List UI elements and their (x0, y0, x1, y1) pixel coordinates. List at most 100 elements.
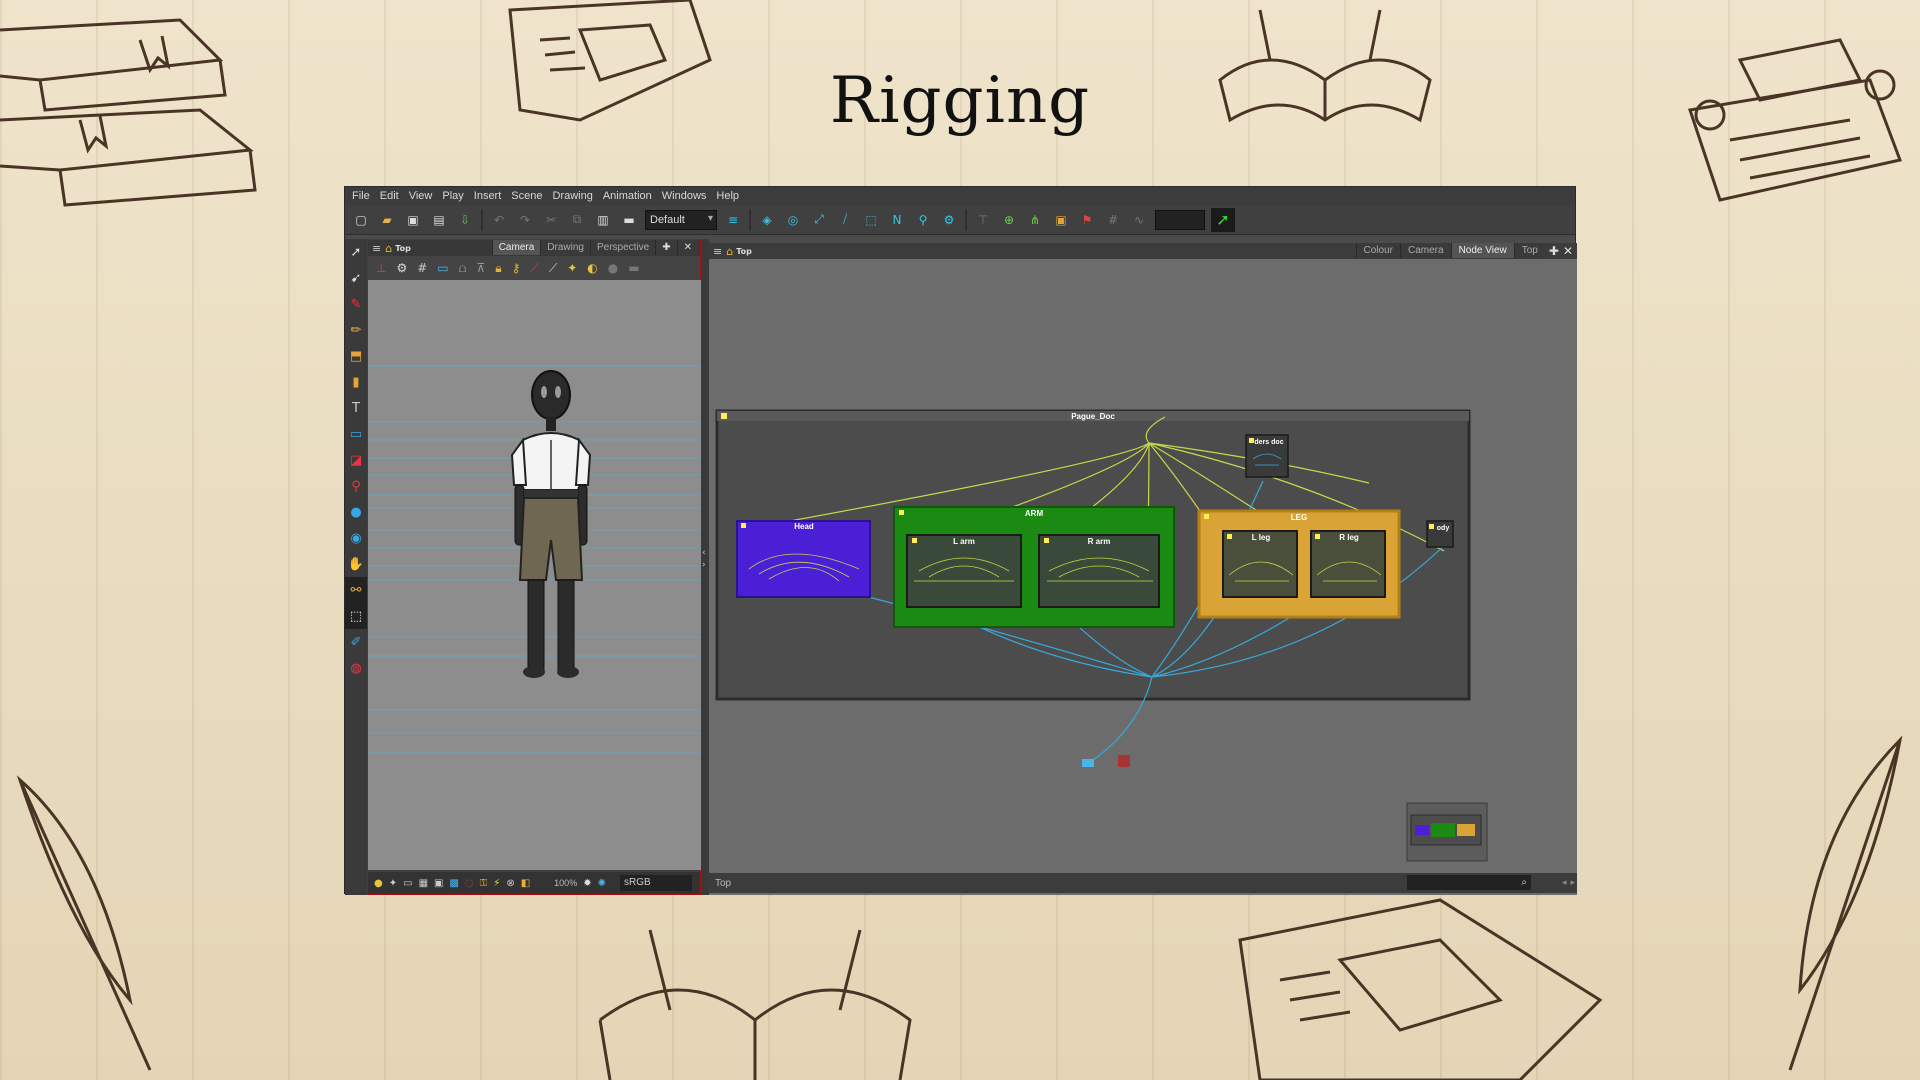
sparkle-icon[interactable]: ✦ (389, 878, 397, 889)
hand-icon[interactable]: ✋ (345, 551, 367, 577)
bone-icon[interactable]: ⚲ (913, 210, 933, 230)
panel-menu-icon[interactable]: ≡ (372, 242, 381, 255)
cut-icon[interactable]: ✂ (541, 210, 561, 230)
node-home-icon[interactable]: ⌂ (726, 245, 733, 258)
menu-insert[interactable]: Insert (471, 187, 509, 205)
tab-node-view[interactable]: Node View (1450, 243, 1514, 258)
panel-splitter[interactable]: ‹ › (701, 239, 709, 895)
menu-scene[interactable]: Scene (508, 187, 549, 205)
grid-deform-icon[interactable]: # (1103, 210, 1123, 230)
zoom-readout[interactable]: 100% (554, 878, 577, 888)
cutter-icon[interactable]: ✐ (345, 629, 367, 655)
save-as-icon[interactable]: ▤ (429, 210, 449, 230)
camera-viewport[interactable] (368, 280, 750, 870)
display-output-node[interactable] (1118, 755, 1130, 767)
close-node-panel-icon[interactable]: ✕ (1563, 244, 1573, 258)
new-scene-icon[interactable]: ▢ (351, 210, 371, 230)
menu-view[interactable]: View (406, 187, 440, 205)
stamp-icon[interactable]: ⬒ (345, 343, 367, 369)
bone-tool-icon[interactable]: ⚯ (345, 577, 367, 603)
nav-next-icon[interactable]: ▸ (1570, 878, 1575, 888)
ruler-icon[interactable]: ⟋ (530, 261, 538, 276)
sphere-icon[interactable]: ◉ (345, 525, 367, 551)
light-icon[interactable]: ✦ (567, 261, 577, 275)
paste-icon[interactable]: ▥ (593, 210, 613, 230)
safe-area-icon[interactable]: ▭ (437, 261, 448, 275)
ik-icon[interactable]: ⚙ (939, 210, 959, 230)
tab-top[interactable]: Top (1513, 243, 1545, 258)
shader-icon[interactable]: ◧ (521, 878, 530, 889)
film-icon[interactable]: ▣ (434, 878, 443, 889)
scale-icon[interactable]: ⤢ (809, 210, 829, 230)
tab-colour[interactable]: Colour (1355, 243, 1400, 258)
menu-help[interactable]: Help (713, 187, 746, 205)
color-wheel-icon[interactable]: ✺ (598, 878, 606, 889)
game-bone-icon[interactable]: ⚑ (1077, 210, 1097, 230)
redo-icon[interactable]: ↷ (515, 210, 535, 230)
bulb-status-icon[interactable]: ● (374, 878, 383, 889)
close-gap-icon[interactable]: ● (345, 499, 367, 525)
rectangle-icon[interactable]: ▭ (345, 421, 367, 447)
deformer-icon[interactable]: ⊤ (973, 210, 993, 230)
mesh-icon[interactable]: ⊗ (506, 878, 514, 889)
open-folder-icon[interactable]: ▰ (377, 210, 397, 230)
collapse-arrows-icon[interactable]: ‹ › (702, 547, 706, 571)
rotate-icon[interactable]: ◎ (783, 210, 803, 230)
frame-icon[interactable]: ▭ (403, 878, 412, 889)
composite-output-node[interactable] (1082, 759, 1094, 767)
deformation-icon[interactable]: ◍ (345, 655, 367, 681)
transform-tool-icon[interactable]: ⬚ (345, 603, 367, 629)
grid-icon[interactable]: # (417, 261, 427, 275)
save-icon[interactable]: ▣ (403, 210, 423, 230)
table-icon[interactable]: ▦ (419, 878, 428, 889)
search-icon[interactable]: ⌕ (1521, 877, 1527, 888)
curve-icon[interactable]: ∿ (1129, 210, 1149, 230)
text-icon[interactable]: T (345, 395, 367, 421)
settings-icon[interactable]: ⚙ (396, 261, 407, 275)
menu-drawing[interactable]: Drawing (549, 187, 599, 205)
bulb-icon[interactable]: ◐ (587, 261, 597, 275)
node-search-field[interactable]: ⌕ (1407, 875, 1531, 890)
workspace-menu-icon[interactable]: ≡ (723, 210, 743, 230)
light-table-icon[interactable]: ⊼ (476, 261, 485, 275)
node-panel-menu-icon[interactable]: ≡ (713, 245, 722, 258)
node-navigator-thumbnail[interactable] (1406, 802, 1488, 862)
pivot-icon[interactable]: ◈ (757, 210, 777, 230)
tab-perspective[interactable]: Perspective (589, 240, 656, 255)
home-icon[interactable]: ⌂ (385, 242, 392, 255)
tab-camera-view[interactable]: Camera (1399, 243, 1451, 258)
pencil-icon[interactable]: ✏ (345, 317, 367, 343)
add-node-panel-icon[interactable]: ✚ (1549, 244, 1559, 258)
copy-icon[interactable]: ⧉ (567, 210, 587, 230)
onion-skin-icon[interactable]: ⩍ (459, 261, 467, 276)
comment-icon[interactable]: ▬ (619, 210, 639, 230)
hierarchy-icon[interactable]: ⋔ (1025, 210, 1045, 230)
extra-dropdown[interactable] (1155, 209, 1205, 230)
menu-file[interactable]: File (349, 187, 377, 205)
menu-edit[interactable]: Edit (377, 187, 406, 205)
workspace-preset-select[interactable]: Default (645, 209, 717, 230)
contour-editor-icon[interactable]: ➹ (345, 265, 367, 291)
undo-icon[interactable]: ↶ (489, 210, 509, 230)
paint-bucket-icon[interactable]: ◪ (345, 447, 367, 473)
dropper-icon[interactable]: ⚲ (345, 473, 367, 499)
menu-animation[interactable]: Animation (600, 187, 659, 205)
tab-drawing[interactable]: Drawing (540, 240, 590, 255)
peg-icon[interactable]: ⊕ (999, 210, 1019, 230)
menu-play[interactable]: Play (439, 187, 470, 205)
head-group-node[interactable] (736, 520, 871, 598)
unlock-icon[interactable]: ⚷ (512, 261, 521, 275)
morph-icon[interactable]: Ν (887, 210, 907, 230)
color-space-field[interactable]: sRGB (619, 875, 692, 891)
green-action-icon[interactable]: ➚ (1211, 207, 1235, 232)
mask-icon[interactable]: ● (608, 261, 618, 275)
more-icon[interactable]: ▬ (628, 261, 639, 275)
onion-icon[interactable]: ◌ (465, 878, 474, 889)
select-tool-icon[interactable]: ➚ (345, 239, 367, 265)
flash-icon[interactable]: ⚡ (493, 878, 500, 889)
skew-icon[interactable]: ⧸ (835, 210, 855, 230)
import-icon[interactable]: ⇩ (455, 210, 475, 230)
gear-status-icon[interactable]: ✹ (583, 878, 591, 889)
menu-windows[interactable]: Windows (659, 187, 714, 205)
nav-prev-icon[interactable]: ◂ (1562, 878, 1567, 888)
